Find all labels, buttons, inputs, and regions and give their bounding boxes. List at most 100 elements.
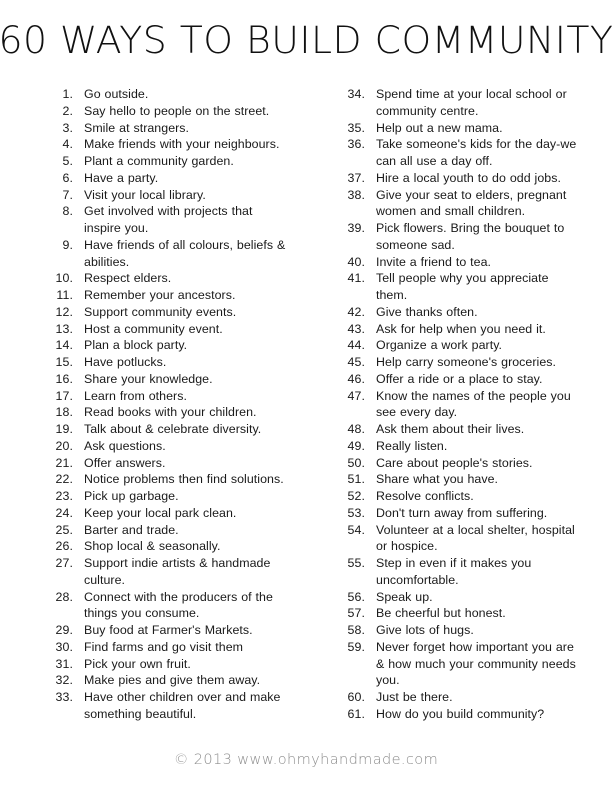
list-item-text: Tell people why you appreciate them. xyxy=(376,270,598,304)
list-item-number: 25. xyxy=(55,522,73,537)
list-item-line: someone sad. xyxy=(376,237,455,252)
list-item-number: 53. xyxy=(347,505,365,520)
list-item-line: Support community events. xyxy=(84,304,237,319)
list-item: 46. Offer a ride or a place to stay. xyxy=(330,371,598,388)
list-item: 7. Visit your local library. xyxy=(38,187,306,204)
list-column-right: 34. Spend time at your local school or com… xyxy=(330,86,598,723)
list-item-line: uncomfortable. xyxy=(376,572,459,587)
list-item-number: 30. xyxy=(55,639,73,654)
list-item-number: 21. xyxy=(55,455,73,470)
list-item-number: 27. xyxy=(55,556,73,570)
list-item-text: Pick flowers. Bring the bouquet to someon… xyxy=(376,220,598,254)
list-item-line: Help carry someone's groceries. xyxy=(376,355,557,369)
list-item-text: Talk about & celebrate diversity. xyxy=(84,421,306,438)
list-item-line: them. xyxy=(376,288,408,302)
list-item-text: Make friends with your neighbours. xyxy=(84,136,306,153)
list-item-line: Tell people why you appreciate xyxy=(376,271,549,286)
list-item: 21. Offer answers. xyxy=(38,455,306,472)
list-item-text: How do you build community? xyxy=(376,706,598,723)
list-item-text: Take someone's kids for the day-we can al… xyxy=(376,136,598,170)
list-item-line: Notice problems then find solutions. xyxy=(84,472,284,487)
list-item-line: Know the names of the people you xyxy=(376,388,571,403)
list-item-number: 32. xyxy=(55,673,73,688)
list-item-line: Share what you have. xyxy=(376,472,499,487)
list-item: 29. Buy food at Farmer's Markets. xyxy=(38,622,306,639)
list-item-number: 51. xyxy=(347,472,365,487)
list-item-number: 15. xyxy=(55,355,73,369)
list-item: 12. Support community events. xyxy=(38,304,306,321)
list-item: 34. Spend time at your local school or com… xyxy=(330,86,598,120)
list-item-number: 57. xyxy=(347,606,365,621)
list-item-line: Support indie artists & handmade xyxy=(84,556,271,570)
list-item-number: 31. xyxy=(55,656,73,671)
list-item-line: Have friends of all colours, beliefs & xyxy=(84,237,286,252)
list-item: 5. Plant a community garden. xyxy=(38,153,306,170)
list-item: 56. Speak up. xyxy=(330,589,598,606)
list-item-text: Just be there. xyxy=(376,689,598,706)
list-item: 50. Care about people's stories. xyxy=(330,455,598,472)
list-item-text: Keep your local park clean. xyxy=(84,505,306,522)
list-item-text: Have other children over and make somethi… xyxy=(84,689,306,723)
list-item-number: 10. xyxy=(55,271,73,286)
page-title: 60 WAYS TO BUILD COMMUNITY xyxy=(0,19,612,62)
list-item: 31. Pick your own fruit. xyxy=(38,656,306,673)
list-item-line: Visit your local library. xyxy=(84,187,206,202)
list-item: 40. Invite a friend to tea. xyxy=(330,254,598,271)
list-item-line: Have potlucks. xyxy=(84,355,167,369)
list-item: 13. Host a community event. xyxy=(38,321,306,338)
list-item-text: Spend time at your local school or commun… xyxy=(376,86,598,120)
list-item-line: culture. xyxy=(84,572,126,587)
list-item: 1. Go outside. xyxy=(38,86,306,103)
list-item: 19. Talk about & celebrate diversity. xyxy=(38,421,306,438)
list-item-number: 24. xyxy=(55,505,73,520)
list-item-line: Plan a block party. xyxy=(84,338,188,353)
list-item-text: Go outside. xyxy=(84,86,306,103)
list-item-text: Care about people's stories. xyxy=(376,455,598,472)
list-item-text: Don't turn away from suffering. xyxy=(376,505,598,522)
list-item-text: Notice problems then find solutions. xyxy=(84,471,306,488)
list-item: 33. Have other children over and make some… xyxy=(38,689,306,723)
list-item: 36. Take someone's kids for the day-we can… xyxy=(330,136,598,170)
list-item-text: Give thanks often. xyxy=(376,304,598,321)
list-item-number: 59. xyxy=(347,639,365,654)
list-item-text: Have potlucks. xyxy=(84,354,306,371)
list-item-text: Give your seat to elders, pregnant women … xyxy=(376,187,598,221)
list-item-text: Really listen. xyxy=(376,438,598,455)
list-item-number: 23. xyxy=(55,489,73,503)
list-item-number: 43. xyxy=(347,321,365,336)
list-item: 47. Know the names of the people you see e… xyxy=(330,388,598,422)
list-item: 26. Shop local & seasonally. xyxy=(38,538,306,555)
list-item: 9. Have friends of all colours, beliefs &… xyxy=(38,237,306,271)
list-item-number: 4. xyxy=(62,137,73,152)
list-item: 58. Give lots of hugs. xyxy=(330,622,598,639)
list-item-line: see every day. xyxy=(376,405,458,420)
list-item-number: 2. xyxy=(62,103,73,118)
list-item-line: Host a community event. xyxy=(84,321,223,336)
list-item: 59. Never forget how important you are & h… xyxy=(330,639,598,689)
list-item-line: Respect elders. xyxy=(84,271,172,286)
list-item-text: Be cheerful but honest. xyxy=(376,605,598,622)
list-item-line: things you consume. xyxy=(84,606,200,621)
list-item-number: 50. xyxy=(347,455,365,470)
list-item-line: abilities. xyxy=(84,254,130,269)
list-item-line: Learn from others. xyxy=(84,388,187,403)
list-item-line: Ask questions. xyxy=(84,438,166,453)
list-item-line: Take someone's kids for the day-we xyxy=(376,137,577,152)
list-item-number: 47. xyxy=(347,388,365,403)
list-item-text: Pick up garbage. xyxy=(84,488,306,505)
list-item-text: Respect elders. xyxy=(84,270,306,287)
list-item-text: Help carry someone's groceries. xyxy=(376,354,598,371)
list-item-text: Barter and trade. xyxy=(84,522,306,539)
list-item: 17. Learn from others. xyxy=(38,388,306,405)
list-item: 28. Connect with the producers of the thin… xyxy=(38,589,306,623)
list-item-number: 1. xyxy=(62,87,73,101)
list-item-line: Make friends with your neighbours. xyxy=(84,137,280,152)
list-item: 30. Find farms and go visit them xyxy=(38,639,306,656)
list-item-text: Speak up. xyxy=(376,589,598,606)
list-item: 45. Help carry someone's groceries. xyxy=(330,354,598,371)
list-item: 42. Give thanks often. xyxy=(330,304,598,321)
list-item-line: Make pies and give them away. xyxy=(84,673,261,688)
list-item-line: Barter and trade. xyxy=(84,522,179,537)
list-item-line: Offer a ride or a place to stay. xyxy=(376,371,543,386)
list-item-number: 9. xyxy=(62,237,73,252)
